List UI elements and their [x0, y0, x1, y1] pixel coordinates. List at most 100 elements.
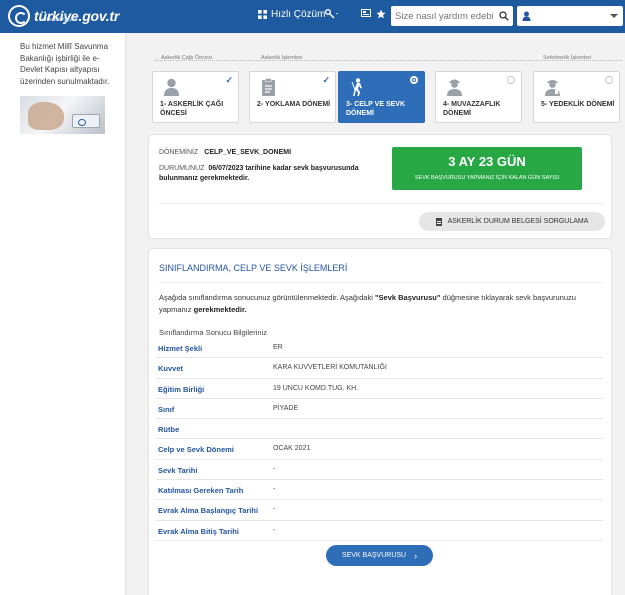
row-key: Evrak Alma Bitiş Tarihi: [158, 526, 239, 536]
table-row: Eğitim Birliği 19 UNCU KOMD.TUG. KH.: [156, 379, 603, 399]
row-value: -: [273, 506, 276, 514]
star-icon: [376, 9, 386, 19]
favorites-button[interactable]: [376, 9, 386, 19]
section-description: Aşağıda sınıflandırma sonucunuz görüntül…: [159, 292, 599, 316]
countdown-value: 3 AY 23 GÜN: [448, 154, 526, 169]
row-key: Kuvvet: [158, 364, 184, 374]
row-value: -: [273, 465, 276, 473]
step-label: 4- MUVAZZAFLIK DÖNEMİ: [443, 101, 501, 117]
quick-solution-label: Hızlı Çözüm: [271, 9, 326, 20]
table-row: Kuvvet KARA KUVVETLERİ KOMUTANLIĞI: [156, 358, 603, 379]
card-icon: [361, 9, 371, 17]
step-label: 5- YEDEKLİK DÖNEMİ: [541, 101, 615, 108]
logo-icon: [8, 5, 30, 27]
radio-icon: [605, 76, 613, 84]
countdown-caption: SEVK BAŞVURUSU YAPMANIZ İÇİN KALAN GÜN S…: [414, 175, 560, 181]
clipboard-icon: [262, 78, 275, 96]
group-label-military: Askerlik İşlemleri: [261, 55, 303, 61]
step-3-call-up[interactable]: 3- CELP VE SEVK DÖNEMİ: [338, 71, 425, 123]
reserve-soldier-icon: [545, 80, 560, 96]
results-subtitle: Sınıflandırma Sonucu Bilgileriniz: [159, 328, 267, 337]
radio-icon: [507, 76, 515, 84]
row-value: 19 UNCU KOMD.TUG. KH.: [273, 384, 359, 392]
query-button-label: ASKERLİK DURUM BELGESİ SORGULAMA: [447, 218, 589, 225]
card-button[interactable]: [361, 9, 371, 17]
desc-emphasis: "Sevk Başvurusu": [374, 293, 441, 302]
period-label: DÖNEMİNİZ: [159, 149, 199, 156]
status-row: DURUMUNUZ 06/07/2023 tarihine kadar sevk…: [159, 164, 394, 184]
row-value: ER: [273, 344, 283, 351]
step-label: 3- CELP VE SEVK DÖNEMİ: [346, 101, 406, 117]
key-icon: [325, 9, 338, 19]
search-box: [391, 6, 513, 26]
hand-graphic: [28, 102, 64, 130]
check-icon: ✓: [225, 75, 233, 85]
row-value: PİYADE: [273, 404, 299, 412]
classification-table: Hizmet Şekli ER Kuvvet KARA KUVVETLERİ KOM…: [156, 338, 603, 541]
dispatch-button-label: SEVK BAŞVURUSU: [341, 552, 407, 559]
step-5-reserve[interactable]: 5- YEDEKLİK DÖNEMİ: [533, 71, 620, 123]
row-value: -: [273, 526, 276, 534]
group-label-mobilization: Seferberlik İşlemleri: [543, 55, 592, 61]
step-2-inspection[interactable]: ✓ 2- YOKLAMA DÖNEMİ: [249, 71, 336, 123]
table-row: Hizmet Şekli ER: [156, 338, 603, 359]
table-row: Rütbe: [156, 419, 603, 440]
row-value: OCAK 2021: [273, 445, 311, 453]
active-radio-icon: [410, 76, 418, 84]
document-icon: [435, 217, 442, 226]
countdown-box: 3 AY 23 GÜN SEVK BAŞVURUSU YAPMANIZ İÇİN…: [392, 147, 582, 190]
dispatch-application-button[interactable]: SEVK BAŞVURUSU ›: [326, 545, 433, 566]
table-row: Evrak Alma Bitiş Tarihi -: [156, 521, 603, 541]
person-icon: [164, 78, 179, 96]
table-row: Evrak Alma Başlangıç Tarihi -: [156, 500, 603, 521]
logo-subtext: e-Devlet Kapısı: [42, 17, 77, 23]
row-key: Evrak Alma Başlangıç Tarihi: [158, 506, 259, 516]
classification-card: SINIFLANDIRMA, CELP VE SEVK İŞLEMLERİ Aş…: [148, 248, 612, 595]
site-logo[interactable]: türkiye.gov.tr: [8, 5, 119, 27]
status-card: DÖNEMİNİZ CELP_VE_SEVK_DONEMI DURUMUNUZ 0…: [148, 134, 612, 239]
sidebar-info-text: Bu hizmet Millî Savunma Bakanlığı işbirl…: [20, 42, 110, 86]
main-content: Askerlik Çağı Öncesi Askerlik İşlemleri …: [141, 33, 625, 595]
row-key: Hizmet Şekli: [158, 344, 203, 353]
quick-solution-icon: [258, 10, 267, 19]
id-card-graphic: [72, 114, 100, 128]
military-status-query-button[interactable]: ASKERLİK DURUM BELGESİ SORGULAMA: [419, 212, 605, 231]
quick-solution-button[interactable]: Hızlı Çözüm: [258, 9, 325, 20]
row-key: Katılması Gereken Tarih: [158, 486, 244, 496]
user-menu-dropdown[interactable]: [517, 6, 623, 26]
desc-text: Aşağıda sınıflandırma sonucunuz görüntül…: [159, 293, 375, 302]
row-value: -: [273, 486, 276, 494]
stepper-group-labels: Askerlik Çağı Öncesi Askerlik İşlemleri …: [141, 55, 625, 65]
row-key: Eğitim Birliği: [158, 384, 205, 394]
step-label: 2- YOKLAMA DÖNEMİ: [257, 101, 331, 108]
user-icon: [522, 11, 531, 21]
check-icon: ✓: [322, 75, 330, 85]
row-key: Celp ve Sevk Dönemi: [158, 445, 234, 455]
table-row: Katılması Gereken Tarih -: [156, 480, 603, 501]
left-sidebar: Bu hizmet Millî Savunma Bakanlığı işbirl…: [0, 33, 126, 595]
row-key: Rütbe: [158, 425, 180, 435]
search-input[interactable]: [395, 8, 493, 24]
period-row: DÖNEMİNİZ CELP_VE_SEVK_DONEMI: [159, 149, 291, 156]
divider: [159, 203, 603, 204]
table-row: Sınıf PİYADE: [156, 399, 603, 420]
row-key: Sevk Tarihi: [158, 465, 198, 475]
table-row: Sevk Tarihi -: [156, 460, 603, 481]
section-title: SINIFLANDIRMA, CELP VE SEVK İŞLEMLERİ: [159, 263, 348, 273]
step-4-active-service[interactable]: 4- MUVAZZAFLIK DÖNEMİ: [435, 71, 522, 123]
search-icon[interactable]: [499, 11, 509, 21]
table-row: Celp ve Sevk Dönemi OCAK 2021: [156, 439, 603, 460]
row-value: KARA KUVVETLERİ KOMUTANLIĞI: [273, 364, 387, 372]
group-label-pre: Askerlik Çağı Öncesi: [161, 55, 213, 61]
row-key: Sınıf: [158, 404, 175, 414]
soldier-icon: [447, 79, 462, 96]
step-1-pre-military[interactable]: ✓ 1- ASKERLİK ÇAĞI ÖNCESİ: [152, 71, 239, 123]
top-bar: türkiye.gov.tr e-Devlet Kapısı Hızlı Çöz…: [0, 0, 625, 33]
chevron-right-icon: ›: [414, 550, 418, 561]
status-label: DURUMUNUZ: [159, 165, 205, 172]
key-menu-button[interactable]: [325, 9, 339, 19]
step-label: 1- ASKERLİK ÇAĞI ÖNCESİ: [160, 101, 224, 117]
divider: [159, 282, 603, 283]
walking-soldier-icon: [351, 78, 362, 96]
service-image: [20, 96, 105, 134]
